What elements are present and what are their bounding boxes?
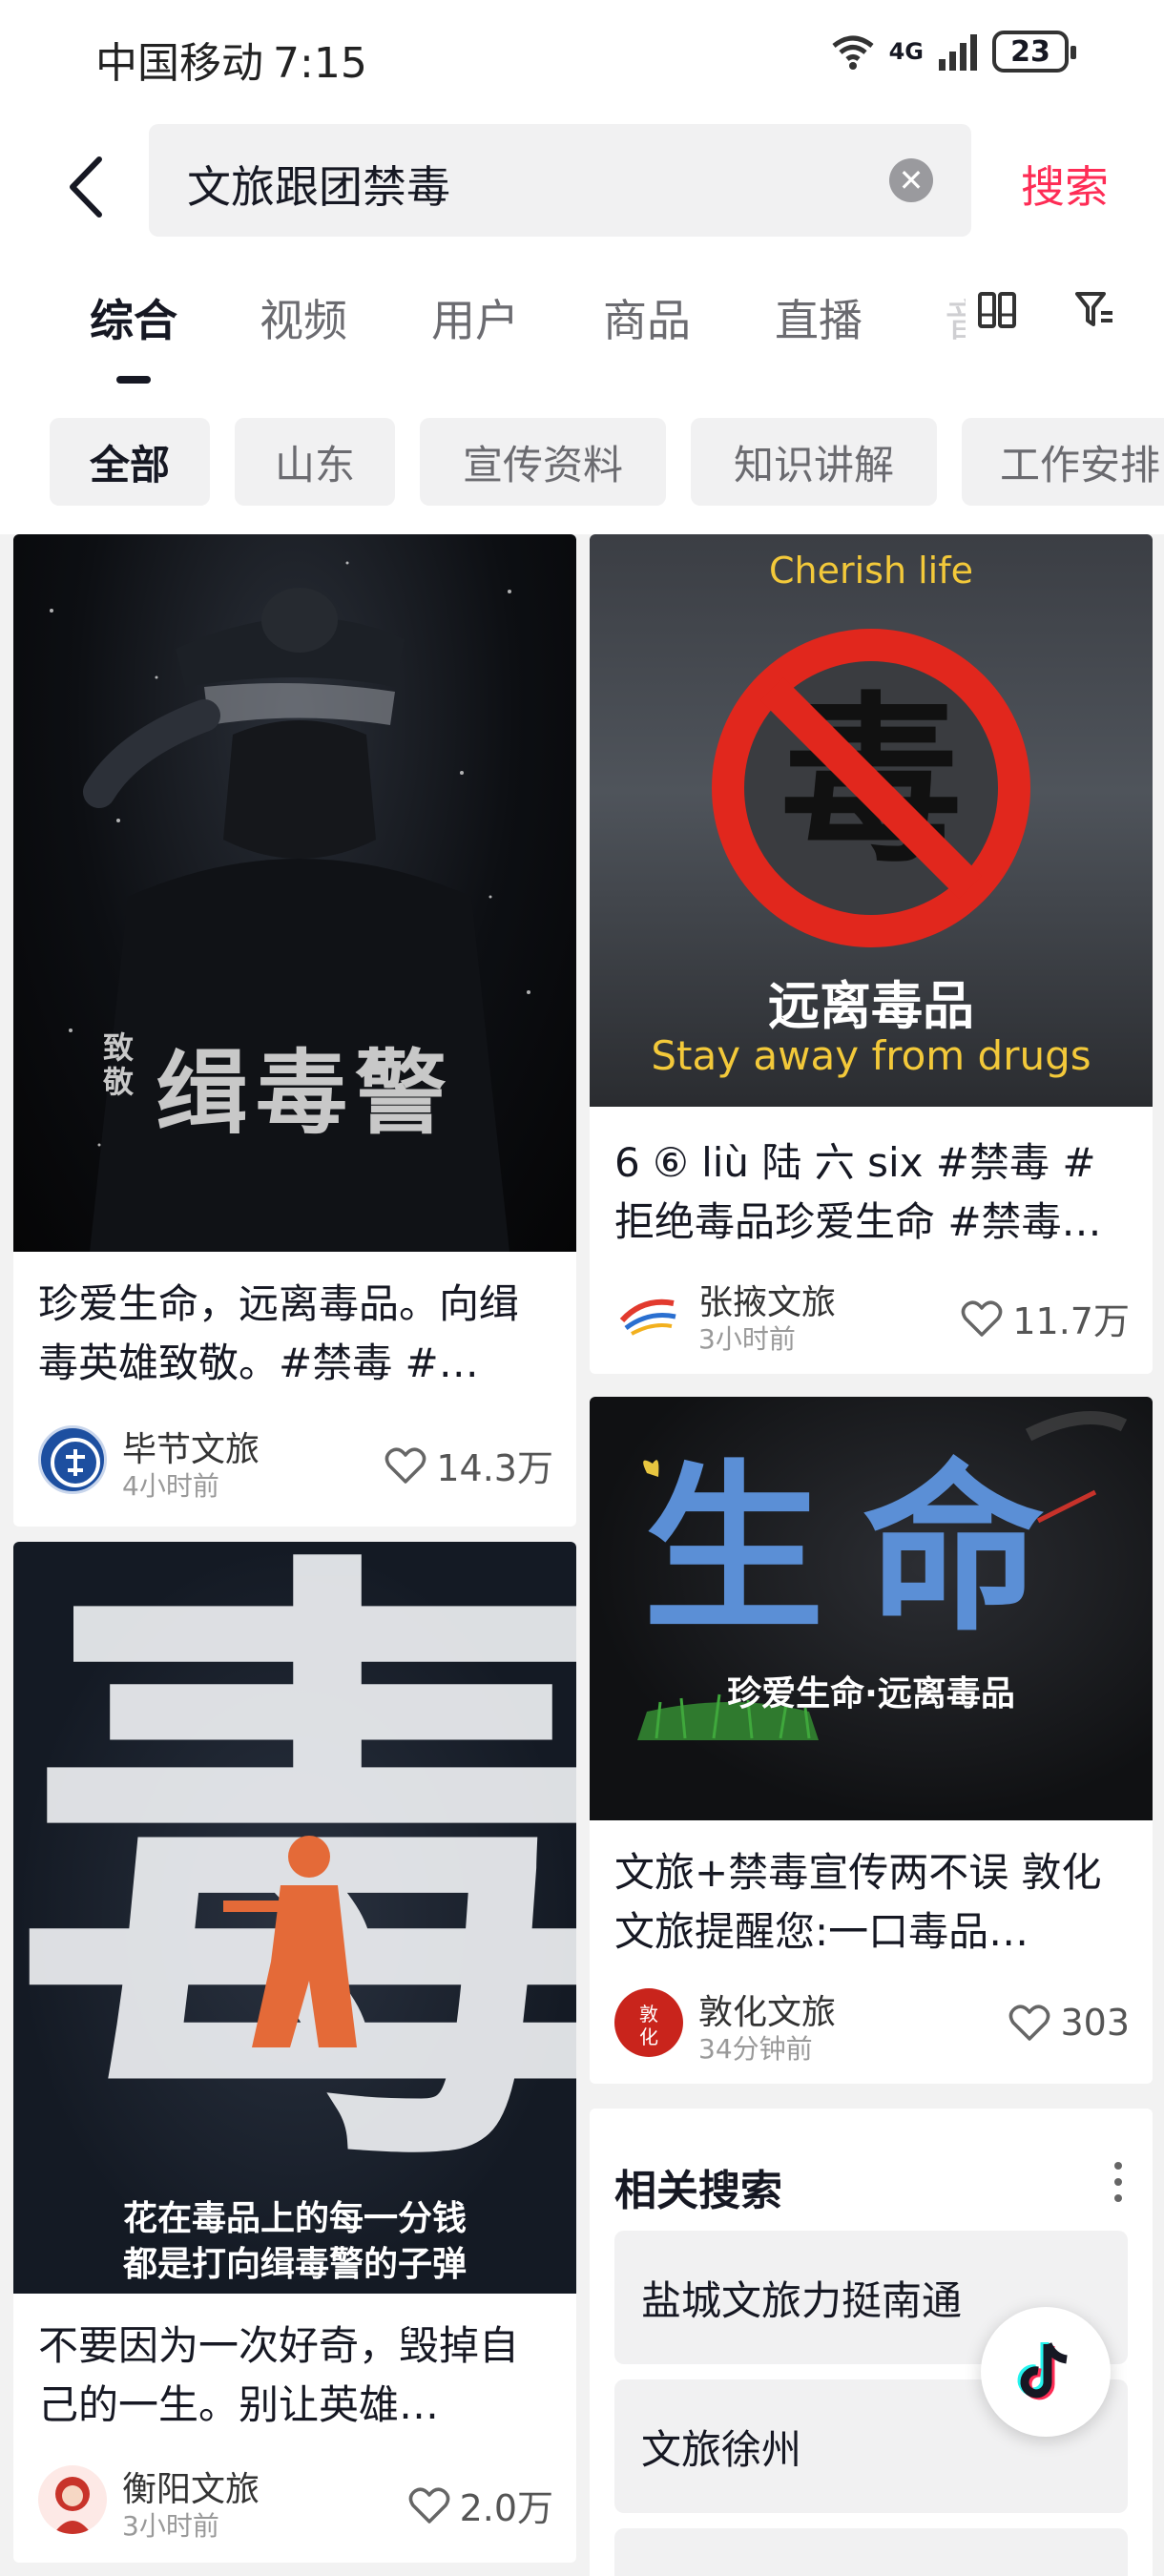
- video-thumbnail: 生命 珍爱生命·远离毒品: [590, 1397, 1153, 1820]
- video-thumbnail: Cherish life 毒 远离毒品 Stay away from drugs: [590, 534, 1153, 1107]
- clock: 7:15: [273, 39, 367, 88]
- heart-icon: [1009, 2005, 1050, 2041]
- video-thumbnail: 毒 花在毒品上的每一分钱 都是打向缉毒警的子弹: [13, 1542, 576, 2294]
- heart-icon: [962, 1299, 1003, 1337]
- heart-icon: [408, 2486, 449, 2524]
- battery-icon: 23: [992, 31, 1076, 73]
- like-count[interactable]: 303: [1008, 2002, 1130, 2044]
- video-thumbnail: 致敬 缉毒警: [13, 534, 576, 1252]
- post-time: 3小时前: [122, 2510, 219, 2542]
- status-bar: 中国移动 7:15 4G 23: [0, 0, 1164, 114]
- post-time: 34分钟前: [698, 2033, 813, 2065]
- search-header: 文旅跟团禁毒 ✕ 搜索: [0, 114, 1164, 258]
- likes-value: 2.0万: [459, 2487, 553, 2529]
- tab-tools: [977, 290, 1116, 330]
- tab-comprehensive[interactable]: 综合: [90, 286, 177, 349]
- chip-shandong[interactable]: 山东: [235, 418, 395, 506]
- author-name[interactable]: 敦化文旅: [698, 1984, 836, 2034]
- like-count[interactable]: 11.7万: [961, 1292, 1130, 1344]
- heart-icon: [385, 1446, 426, 1484]
- chip-all[interactable]: 全部: [50, 418, 210, 506]
- author-name[interactable]: 毕节文旅: [122, 1422, 260, 1471]
- network-type: 4G: [888, 38, 924, 65]
- video-title: 6 ⑥ liù 陆 六 six #禁毒 #拒绝毒品珍爱生命 #禁毒…: [614, 1139, 1102, 1245]
- chip-promo-material[interactable]: 宣传资料: [420, 418, 666, 506]
- likes-value: 14.3万: [436, 1447, 553, 1489]
- video-card[interactable]: 毒 花在毒品上的每一分钱 都是打向缉毒警的子弹 不要因为一次好奇，毁掉自己的一生…: [13, 1542, 576, 2563]
- active-tab-indicator: [116, 376, 151, 384]
- status-right: 4G 23: [830, 31, 1076, 73]
- battery-level: 23: [1010, 34, 1050, 69]
- thumb-caption-line1: 花在毒品上的每一分钱: [122, 2199, 467, 2238]
- card-meta: 衡阳文旅 3小时前 2.0万: [38, 2462, 553, 2542]
- prohibition-slash: [759, 676, 983, 900]
- avatar[interactable]: [614, 1278, 683, 1347]
- result-tabs: 综合 视频 用户 商品 直播 音: [0, 258, 1164, 401]
- filter-icon[interactable]: [1074, 290, 1116, 330]
- like-count[interactable]: 14.3万: [385, 1439, 553, 1491]
- card-meta: 毕节文旅 4小时前 14.3万: [38, 1422, 553, 1502]
- like-count[interactable]: 2.0万: [408, 2479, 553, 2531]
- thumb-text-cn: 远离毒品: [768, 976, 974, 1036]
- avatar[interactable]: [38, 2465, 107, 2534]
- video-title: 文旅+禁毒宣传两不误 敦化文旅提醒您:一口毒品…: [614, 1849, 1102, 1955]
- video-title: 不要因为一次好奇，毁掉自己的一生。别让英雄…: [38, 2322, 520, 2428]
- douyin-float-button[interactable]: [981, 2307, 1111, 2437]
- tab-music[interactable]: 音: [945, 286, 966, 349]
- tab-live[interactable]: 直播: [775, 286, 863, 349]
- avatar[interactable]: [38, 1425, 107, 1494]
- signal-icon: [939, 34, 977, 71]
- likes-value: 11.7万: [1012, 1300, 1130, 1342]
- thumb-text-big: 缉毒警: [156, 1040, 454, 1147]
- tab-products[interactable]: 商品: [603, 286, 691, 349]
- video-card[interactable]: Cherish life 毒 远离毒品 Stay away from drugs…: [590, 534, 1153, 1374]
- related-item-partial[interactable]: [614, 2528, 1128, 2576]
- douyin-logo-icon: [1017, 2342, 1068, 2400]
- author-name[interactable]: 张掖文旅: [698, 1275, 836, 1324]
- search-input[interactable]: 文旅跟团禁毒 ✕: [149, 124, 971, 237]
- carrier: 中国移动: [95, 39, 263, 88]
- video-card[interactable]: 致敬 缉毒警 珍爱生命，远离毒品。向缉毒英雄致敬。#禁毒 #… 毕节文旅 4小时…: [13, 534, 576, 1527]
- tab-video[interactable]: 视频: [260, 286, 347, 349]
- results-feed: 致敬 缉毒警 珍爱生命，远离毒品。向缉毒英雄致敬。#禁毒 #… 毕节文旅 4小时…: [0, 534, 1164, 2576]
- thumb-caption-line2: 都是打向缉毒警的子弹: [122, 2245, 467, 2284]
- tab-users[interactable]: 用户: [431, 286, 519, 349]
- svg-text:化: 化: [639, 2025, 658, 2048]
- back-button[interactable]: [57, 149, 114, 225]
- card-meta: 敦化 敦化文旅 34分钟前 303: [614, 1984, 1130, 2065]
- thumb-text-small: 致敬: [103, 1029, 135, 1100]
- clear-icon[interactable]: ✕: [889, 158, 933, 202]
- filter-chips: 全部 山东 宣传资料 知识讲解 工作安排: [0, 401, 1164, 534]
- more-options-icon[interactable]: [1109, 2158, 1128, 2206]
- chip-work-plan[interactable]: 工作安排: [962, 418, 1164, 506]
- chip-knowledge[interactable]: 知识讲解: [691, 418, 937, 506]
- thumb-text-big: 生命: [643, 1444, 1083, 1655]
- thumb-text-top: Cherish life: [768, 550, 973, 592]
- card-meta: 张掖文旅 3小时前 11.7万: [614, 1275, 1130, 1355]
- thumb-text-en: Stay away from drugs: [651, 1032, 1091, 1079]
- video-card[interactable]: 生命 珍爱生命·远离毒品 文旅+禁毒宣传两不误 敦化文旅提醒您:一口毒品… 敦化…: [590, 1397, 1153, 2084]
- related-title: 相关搜索: [614, 2167, 782, 2215]
- post-time: 4小时前: [122, 1470, 219, 1502]
- wifi-icon: [832, 35, 874, 70]
- search-button[interactable]: 搜索: [1021, 153, 1109, 216]
- layout-toggle-icon[interactable]: [977, 290, 1017, 330]
- likes-value: 303: [1060, 2002, 1130, 2044]
- status-left: 中国移动 7:15: [95, 29, 367, 90]
- video-title: 珍爱生命，远离毒品。向缉毒英雄致敬。#禁毒 #…: [38, 1280, 520, 1386]
- officer-silhouette-icon: [223, 1836, 357, 2047]
- svg-text:敦: 敦: [639, 2003, 658, 2025]
- author-name[interactable]: 衡阳文旅: [122, 2462, 260, 2511]
- search-query: 文旅跟团禁毒: [187, 161, 450, 213]
- post-time: 3小时前: [698, 1323, 796, 1355]
- thumb-caption: 珍爱生命·远离毒品: [727, 1674, 1015, 1714]
- chevron-left-icon: [70, 156, 102, 218]
- avatar[interactable]: 敦化: [614, 1988, 683, 2057]
